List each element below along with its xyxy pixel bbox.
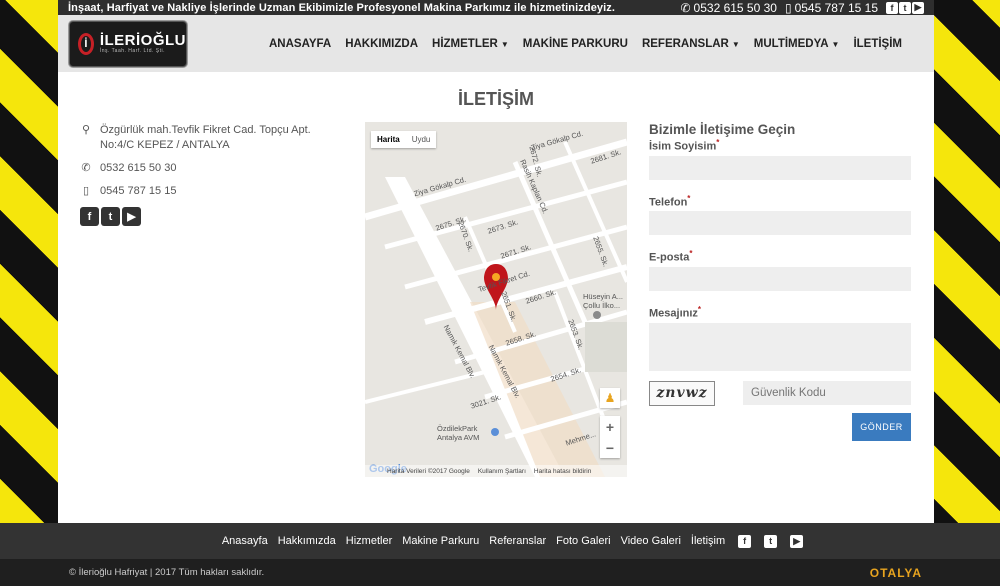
form-heading: Bizimle İletişime Geçin (649, 122, 796, 137)
phone-row: ✆ 0532 615 50 30 (80, 161, 320, 176)
address-text: Özgürlük mah.Tevfik Fikret Cad. Topçu Ap… (100, 124, 311, 151)
nav-referanslar[interactable]: REFERANSLAR ▼ (642, 38, 740, 50)
agency-logo[interactable]: OTALYA (870, 566, 922, 580)
facebook-icon[interactable]: f (80, 207, 99, 226)
name-label: İsim Soyisim* (649, 138, 720, 153)
zoom-in-button[interactable]: + (600, 416, 620, 437)
email-field[interactable] (649, 266, 911, 291)
contact-form: Bizimle İletişime Geçin İsim Soyisim* Te… (649, 122, 913, 462)
slogan: İnşaat, Harfiyat ve Nakliye İşlerinde Uz… (68, 1, 616, 14)
mobile-row: ▯ 0545 787 15 15 (80, 184, 320, 199)
map-type-map[interactable]: Harita (371, 131, 406, 148)
logo-text: İLERİOĞLU (99, 31, 186, 49)
google-map[interactable]: Ziya Gökalp Cd. Ziya Gökalp Cd. Rasih Ka… (365, 122, 627, 477)
map-terms-link[interactable]: Kullanım Şartları (478, 468, 526, 475)
phone-text[interactable]: 0532 615 50 30 (100, 161, 176, 176)
map-data-credit: Harita Verileri ©2017 Google (387, 467, 470, 475)
youtube-icon[interactable]: ▶ (790, 534, 804, 548)
captcha-image: znvwz (649, 380, 715, 406)
footer-link-hizmetler[interactable]: Hizmetler (346, 535, 392, 547)
nav-makine-parkuru[interactable]: MAKİNE PARKURU (523, 38, 628, 50)
mobile-icon: ▯ (82, 185, 90, 197)
contact-info: ⚲ Özgürlük mah.Tevfik Fikret Cad. Topçu … (80, 123, 320, 226)
footer-link-anasayfa[interactable]: Anasayfa (222, 535, 268, 547)
facebook-icon[interactable]: f (738, 534, 752, 548)
mobile-icon: ▯ (784, 0, 792, 15)
twitter-icon[interactable]: t (899, 1, 911, 14)
top-phone-2[interactable]: ▯ 0545 787 15 15 (785, 1, 878, 15)
map-type-satellite[interactable]: Uydu (406, 131, 437, 148)
zoom-out-button[interactable]: − (600, 437, 620, 458)
phone-label: Telefon* (649, 193, 691, 209)
name-field[interactable] (649, 155, 911, 180)
facebook-icon[interactable]: f (886, 1, 898, 14)
submit-button[interactable]: GÖNDER (852, 413, 911, 441)
nav-iletisim[interactable]: İLETİŞİM (853, 38, 902, 50)
twitter-icon[interactable]: t (764, 534, 778, 548)
site-header: İ İLERİOĞLU İnş. Taah. Harf. Ltd. Şti. A… (58, 15, 934, 72)
top-contacts: ✆ 0532 615 50 30 ▯ 0545 787 15 15 f t ▶ (680, 1, 924, 15)
youtube-icon[interactable]: ▶ (122, 207, 141, 226)
copyright-text: © İlerioğlu Hafriyat | 2017 Tüm hakları … (69, 567, 265, 578)
caret-down-icon: ▼ (831, 39, 840, 49)
logo-mark: İ (78, 32, 94, 55)
phone-field[interactable] (649, 211, 911, 236)
social-links: f t ▶ (80, 207, 320, 226)
footer-link-iletisim[interactable]: İletişim (691, 535, 725, 547)
mobile-text[interactable]: 0545 787 15 15 (100, 184, 176, 199)
top-phone-1[interactable]: ✆ 0532 615 50 30 (680, 1, 776, 15)
address-row: ⚲ Özgürlük mah.Tevfik Fikret Cad. Topçu … (80, 123, 320, 153)
map-footer: Harita Verileri ©2017 Google Kullanım Şa… (365, 465, 627, 477)
footer-nav: Anasayfa Hakkımızda Hizmetler Makine Par… (0, 523, 1000, 559)
site-logo[interactable]: İ İLERİOĞLU İnş. Taah. Harf. Ltd. Şti. (69, 20, 187, 67)
nav-hizmetler[interactable]: HİZMETLER ▼ (432, 38, 509, 50)
twitter-icon[interactable]: t (101, 207, 120, 226)
email-label: E-posta* (649, 249, 693, 264)
caret-down-icon: ▼ (731, 39, 740, 49)
captcha-field[interactable] (743, 381, 911, 406)
map-label: ÖzdilekPark Antalya AVM (437, 424, 480, 442)
pegman-icon[interactable]: ♟ (600, 388, 620, 408)
message-field[interactable] (649, 322, 911, 371)
zoom-control: + − (600, 416, 620, 458)
footer-link-referanslar[interactable]: Referanslar (489, 535, 546, 547)
top-social: f t ▶ (886, 1, 924, 14)
map-report-link[interactable]: Harita hatası bildirin (534, 468, 591, 475)
top-bar: İnşaat, Harfiyat ve Nakliye İşlerinde Uz… (58, 0, 934, 15)
map-marker-icon: ⚲ (81, 124, 91, 136)
main-content: İLETİŞİM ⚲ Özgürlük mah.Tevfik Fikret Ca… (58, 72, 934, 523)
nav-hakkimizda[interactable]: HAKKIMIZDA (345, 38, 418, 50)
map-type-control: Harita Uydu (371, 131, 437, 148)
message-label: Mesajınız* (649, 304, 702, 320)
footer-link-video-galeri[interactable]: Video Galeri (621, 535, 681, 547)
footer-link-foto-galeri[interactable]: Foto Galeri (556, 535, 610, 547)
nav-anasayfa[interactable]: ANASAYFA (269, 38, 331, 50)
footer-bottom: © İlerioğlu Hafriyat | 2017 Tüm hakları … (0, 559, 1000, 586)
caret-down-icon: ▼ (500, 39, 509, 49)
youtube-icon[interactable]: ▶ (912, 1, 924, 14)
phone-icon: ✆ (81, 162, 91, 174)
map-label: Hüseyin A... Çollu İlko... (583, 292, 624, 310)
main-nav: ANASAYFA HAKKIMIZDA HİZMETLER ▼ MAKİNE PA… (269, 38, 902, 50)
footer-link-makine-parkuru[interactable]: Makine Parkuru (402, 535, 479, 547)
phone-icon: ✆ (680, 0, 691, 15)
page-title: İLETİŞİM (458, 89, 534, 109)
footer-link-hakkimizda[interactable]: Hakkımızda (278, 535, 336, 547)
captcha-row: znvwz (649, 380, 913, 406)
nav-multimedya[interactable]: MULTİMEDYA ▼ (754, 38, 840, 50)
